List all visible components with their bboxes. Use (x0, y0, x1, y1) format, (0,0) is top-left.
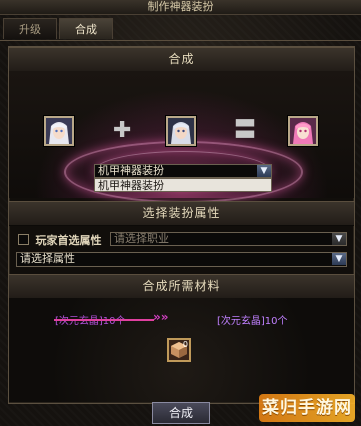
tab-bar: 升级 合成 (3, 18, 113, 40)
window-title: 制作神器装扮 (0, 0, 361, 15)
tab-divider (0, 40, 361, 41)
character-portrait-icon (46, 118, 72, 144)
preferred-checkbox[interactable] (18, 234, 29, 245)
chevron-down-icon[interactable]: ▼ (257, 165, 271, 177)
tab-upgrade[interactable]: 升级 (3, 18, 57, 39)
preferred-attribute-row: 玩家首选属性 (18, 232, 102, 248)
watermark-logo: 菜归手游网 (259, 394, 355, 422)
preferred-label: 玩家首选属性 (35, 234, 102, 247)
design-select-option[interactable]: 机甲神器装扮 (94, 178, 272, 192)
character-portrait-icon (290, 118, 316, 144)
output-portrait[interactable] (288, 116, 318, 146)
material-slot[interactable]: 0 (167, 338, 191, 362)
job-select[interactable]: 请选择职业 ▼ (110, 232, 347, 246)
material-right: [次元玄晶]10个 (217, 316, 288, 327)
arrow-icon: »» (153, 310, 169, 324)
design-select[interactable]: 机甲神器装扮 ▼ (94, 164, 272, 178)
synth-header: 合成 (9, 47, 354, 72)
synthesize-button[interactable]: 合成 (152, 402, 210, 424)
character-portrait-icon (168, 118, 194, 144)
chevron-down-icon[interactable]: ▼ (332, 233, 346, 245)
input-portrait-1[interactable] (44, 116, 74, 146)
materials-header: 合成所需材料 (9, 274, 354, 299)
job-select-value: 请选择职业 (114, 232, 169, 245)
attribute-select[interactable]: 请选择属性 ▼ (16, 252, 347, 267)
strike-line (54, 319, 154, 321)
chevron-down-icon[interactable]: ▼ (332, 253, 346, 265)
plus-icon: ✚ (113, 118, 132, 143)
material-count: 0 (182, 340, 188, 349)
equals-icon: 〓 (234, 118, 257, 143)
input-portrait-2[interactable] (166, 116, 196, 146)
design-select-value: 机甲神器装扮 (98, 164, 164, 177)
attributes-header: 选择装扮属性 (9, 201, 354, 226)
attribute-select-value: 请选择属性 (20, 252, 75, 265)
tab-synthesize[interactable]: 合成 (59, 18, 113, 39)
